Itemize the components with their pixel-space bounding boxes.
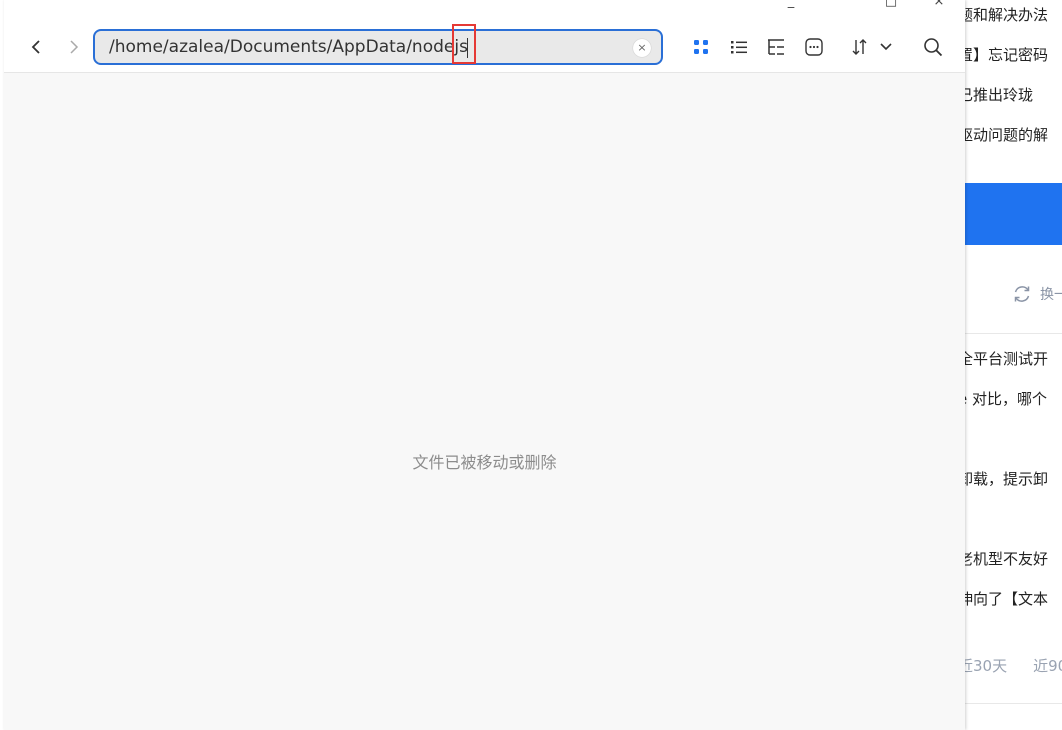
close-window-button[interactable]: × (928, 0, 950, 9)
article-link[interactable]: 全平台测试开 (958, 348, 1048, 369)
window-menu-button[interactable]: ⌃ (28, 0, 50, 9)
chevron-right-icon (70, 40, 79, 54)
search-icon (924, 38, 943, 57)
sort-icon (852, 39, 892, 55)
address-bar[interactable]: /home/azalea/Documents/AppData/nodejs × (93, 24, 663, 65)
filter-30-days[interactable]: 近30天 (958, 655, 1007, 676)
chevron-left-icon (31, 40, 40, 54)
article-link[interactable]: e 对比，哪个 (958, 388, 1047, 409)
minimize-button[interactable]: _ (780, 0, 802, 9)
sort-button[interactable] (850, 36, 898, 58)
file-manager-toolbar: ⌃ _ □ × /home/azalea/Documents/AppData/n… (4, 0, 965, 73)
clear-path-button[interactable]: × (633, 39, 651, 57)
tree-view-icon (768, 39, 784, 55)
tree-view-button[interactable] (765, 36, 787, 58)
icon-view-button[interactable] (690, 36, 712, 58)
path-input[interactable]: /home/azalea/Documents/AppData/nodejs (109, 31, 629, 63)
refresh-label: 换一 (1040, 287, 1062, 303)
forward-button[interactable] (64, 36, 84, 58)
more-options-button[interactable] (803, 36, 825, 58)
article-link[interactable]: 卸载，提示卸 (958, 468, 1048, 489)
more-icon (805, 38, 823, 56)
blue-banner-button[interactable] (964, 183, 1062, 245)
list-view-button[interactable] (728, 36, 750, 58)
article-link[interactable]: 题和解决办法 (958, 4, 1048, 25)
article-link[interactable]: 已推出玲珑 (958, 84, 1033, 105)
highlight-box (452, 24, 476, 64)
maximize-button[interactable]: □ (880, 0, 902, 9)
back-button[interactable] (26, 36, 46, 58)
divider (964, 333, 1062, 334)
time-filter-bar: 近30天 近90 (958, 655, 1062, 676)
refresh-button[interactable]: 换一 (1012, 284, 1062, 304)
file-manager-window: ⌃ _ □ × /home/azalea/Documents/AppData/n… (4, 0, 965, 730)
list-view-icon (731, 41, 747, 54)
divider (964, 703, 1062, 704)
article-link[interactable]: 置】忘记密码 (958, 44, 1048, 65)
article-link[interactable]: 伸向了【文本 (958, 588, 1048, 609)
icon-view-icon (694, 40, 708, 54)
search-button[interactable] (922, 36, 944, 58)
article-link[interactable]: 老机型不友好 (958, 548, 1048, 569)
refresh-icon (1014, 286, 1030, 302)
empty-state-message: 文件已被移动或删除 (412, 453, 557, 472)
filter-90-days[interactable]: 近90 (1033, 655, 1062, 676)
article-link[interactable]: 驱动问题的解 (958, 124, 1048, 145)
